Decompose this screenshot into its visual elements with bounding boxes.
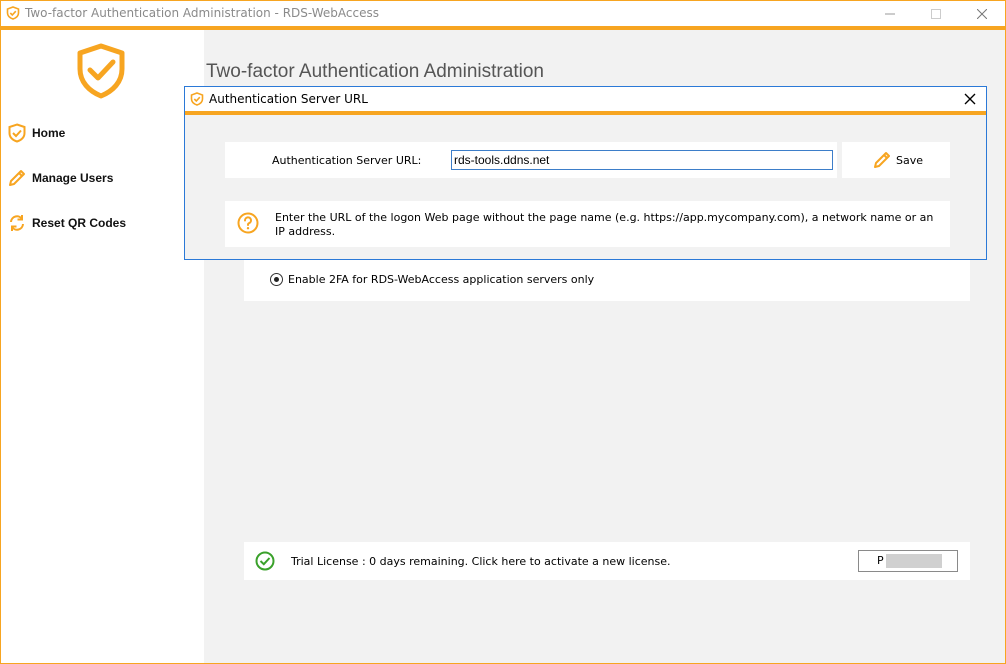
maximize-icon <box>931 8 941 19</box>
license-key-field[interactable]: P <box>858 550 958 572</box>
shield-check-icon <box>6 6 20 20</box>
sidebar-item-reset-qr-codes[interactable]: Reset QR Codes <box>7 210 197 236</box>
check-circle-icon <box>255 551 275 571</box>
dialog-accent-bar <box>185 111 986 115</box>
shield-check-icon <box>7 123 27 143</box>
radio-label[interactable]: Enable 2FA for RDS-WebAccess application… <box>288 273 594 286</box>
help-row: Enter the URL of the logon Web page with… <box>225 201 950 247</box>
window-title: Two-factor Authentication Administration… <box>25 6 379 20</box>
sidebar-item-label: Manage Users <box>32 171 114 185</box>
license-panel: Trial License : 0 days remaining. Click … <box>244 542 970 580</box>
url-input[interactable] <box>451 150 833 170</box>
url-label: Authentication Server URL: <box>272 154 422 167</box>
close-icon <box>977 8 987 19</box>
shield-check-icon <box>77 43 125 99</box>
save-label: Save <box>896 154 924 167</box>
sidebar-item-manage-users[interactable]: Manage Users <box>7 165 197 191</box>
activate-license-link[interactable]: Trial License : 0 days remaining. Click … <box>291 555 671 568</box>
close-icon <box>964 93 976 105</box>
pencil-icon <box>874 152 890 168</box>
pencil-icon <box>7 168 27 188</box>
help-text: Enter the URL of the logon Web page with… <box>275 211 934 238</box>
license-key-value: P <box>877 554 884 567</box>
dialog-title: Authentication Server URL <box>209 92 368 106</box>
save-button[interactable]: Save <box>842 142 950 178</box>
sidebar-item-label: Reset QR Codes <box>32 216 127 230</box>
dialog-close-button[interactable] <box>955 87 985 111</box>
sidebar-item-home[interactable]: Home <box>7 120 197 146</box>
auth-server-url-dialog: Authentication Server URL Authentication… <box>184 86 987 260</box>
minimize-icon <box>885 13 895 14</box>
shield-check-icon <box>190 92 204 106</box>
maximize-button[interactable] <box>913 1 959 26</box>
app-window: Two-factor Authentication Administration… <box>0 0 1006 664</box>
title-bar[interactable]: Two-factor Authentication Administration… <box>1 1 1005 26</box>
page-title: Two-factor Authentication Administration <box>206 61 544 82</box>
mode-panel: Enable 2FA for RDS-WebAccess application… <box>244 256 970 301</box>
refresh-icon <box>7 213 27 233</box>
close-window-button[interactable] <box>959 1 1005 26</box>
dialog-title-bar[interactable]: Authentication Server URL <box>185 87 986 111</box>
minimize-button[interactable] <box>867 1 913 26</box>
redacted-block <box>886 554 942 568</box>
sidebar: Home Manage Users Reset QR Codes <box>1 30 204 663</box>
radio-button-rds-webaccess-only[interactable] <box>270 273 283 286</box>
url-row: Authentication Server URL: <box>225 142 837 178</box>
question-circle-icon <box>237 212 259 234</box>
sidebar-item-label: Home <box>32 126 66 140</box>
